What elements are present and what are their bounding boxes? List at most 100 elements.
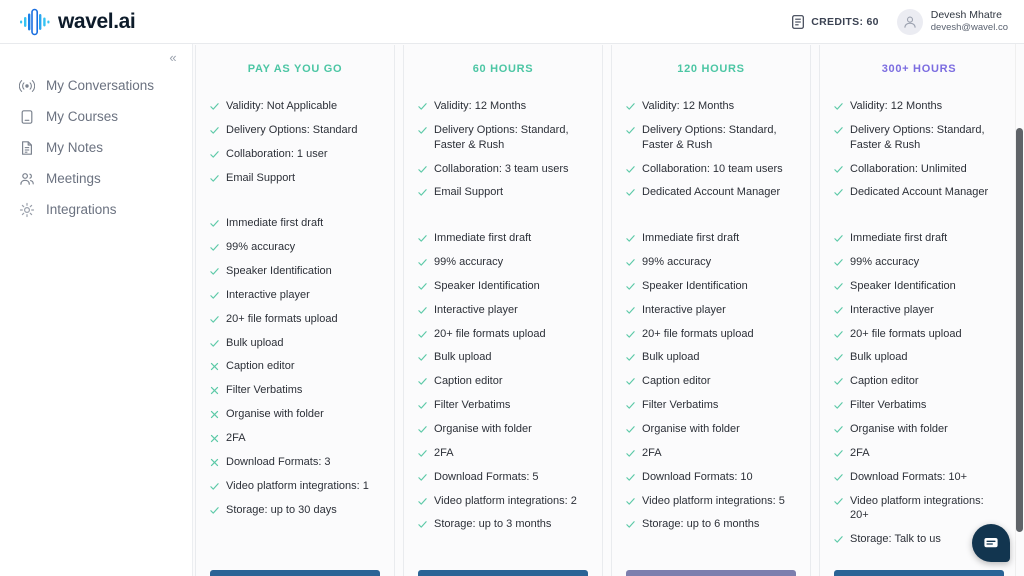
plan-feature-label: Caption editor: [226, 360, 295, 373]
plan-feature-label: Collaboration: 10 team users: [642, 162, 783, 175]
plan-feature: 99% accuracy: [418, 255, 588, 270]
plan-feature: Caption editor: [418, 374, 588, 389]
app-root: wavel.ai CREDITS: 60 Devesh Mhatre deves…: [0, 0, 1024, 576]
check-icon: [626, 351, 635, 364]
check-icon: [834, 495, 843, 508]
check-icon: [834, 423, 843, 436]
check-icon: [210, 289, 219, 302]
plan-feature: 20+ file formats upload: [834, 327, 1004, 342]
plan-feature-label: Download Formats: 10+: [850, 470, 968, 483]
cross-icon: [210, 456, 219, 469]
plan-feature: Storage: up to 30 days: [210, 503, 380, 518]
plan-feature: 20+ file formats upload: [626, 327, 796, 342]
plan-feature-label: Bulk upload: [434, 351, 492, 364]
plan-feature: Validity: 12 Months: [626, 99, 796, 114]
check-icon: [626, 328, 635, 341]
plan-feature: 99% accuracy: [210, 240, 380, 255]
book-icon: [18, 108, 35, 125]
plan-feature: Caption editor: [210, 359, 380, 374]
brand-name: wavel.ai: [58, 9, 136, 33]
check-icon: [626, 518, 635, 531]
check-icon: [418, 518, 427, 531]
plan-feature: Video platform integrations: 2: [418, 494, 588, 509]
plan-feature-label: Dedicated Account Manager: [642, 186, 781, 199]
plan-feature-label: Validity: 12 Months: [642, 100, 735, 112]
plan-feature: Validity: 12 Months: [834, 99, 1004, 114]
plan-cta-button[interactable]: UPGRADE: [834, 570, 1004, 576]
check-icon: [418, 351, 427, 364]
check-icon: [834, 447, 843, 460]
user-meta: Devesh Mhatre devesh@wavel.co: [931, 9, 1008, 34]
check-icon: [418, 328, 427, 341]
check-icon: [626, 399, 635, 412]
plan-feature-label: Delivery Options: Standard: [226, 123, 358, 136]
plan-feature-label: Storage: up to 30 days: [226, 503, 337, 516]
user-avatar-icon: [896, 8, 923, 35]
plan-feature-label: Bulk upload: [642, 351, 700, 364]
plan-feature-group-primary: Validity: 12 Months Delivery Options: Sta…: [834, 99, 1004, 209]
plan-feature: Immediate first draft: [626, 231, 796, 246]
plan-feature: Dedicated Account Manager: [626, 185, 796, 200]
brand[interactable]: wavel.ai: [0, 8, 136, 36]
page-scrollbar-thumb[interactable]: [1016, 128, 1023, 532]
cross-icon: [210, 432, 219, 445]
plan-feature-label: Caption editor: [642, 375, 711, 388]
sidebar-item-my-notes[interactable]: My Notes: [0, 132, 192, 163]
check-icon: [834, 533, 843, 546]
feature-group-divider: [210, 194, 380, 216]
sidebar-item-integrations[interactable]: Integrations: [0, 194, 192, 225]
cross-icon: [210, 384, 219, 397]
check-icon: [626, 423, 635, 436]
plan-cta-button[interactable]: SUBSCRIBED: [626, 570, 796, 576]
sidebar-item-my-conversations[interactable]: My Conversations: [0, 70, 192, 101]
plan-feature-label: 2FA: [642, 446, 662, 459]
plan-feature-label: Download Formats: 3: [226, 455, 331, 468]
plan-feature: 2FA: [834, 446, 1004, 461]
check-icon: [210, 172, 219, 185]
plan-feature-label: Storage: up to 6 months: [642, 518, 760, 531]
plan-feature: Filter Verbatims: [626, 398, 796, 413]
plan-feature: Bulk upload: [418, 350, 588, 365]
check-icon: [418, 100, 427, 113]
plan-feature: Filter Verbatims: [834, 398, 1004, 413]
plan-feature: Speaker Identification: [418, 279, 588, 294]
credits-badge[interactable]: CREDITS: 60: [792, 14, 878, 29]
sidebar-item-my-courses[interactable]: My Courses: [0, 101, 192, 132]
check-icon: [834, 399, 843, 412]
sidebar-item-label: My Notes: [46, 140, 104, 155]
plan-feature: Storage: up to 6 months: [626, 517, 796, 532]
plan-feature-label: Immediate first draft: [226, 217, 324, 230]
plan-feature: Collaboration: 1 user: [210, 147, 380, 162]
plan-feature-label: Validity: Not Applicable: [226, 100, 338, 112]
plan-feature-label: Bulk upload: [850, 351, 908, 364]
plan-feature-label: Download Formats: 5: [434, 470, 539, 483]
plan-title: 300+ HOURS: [881, 63, 957, 75]
plan-cta-button[interactable]: DOWN GRADE: [418, 570, 588, 576]
sidebar-item-meetings[interactable]: Meetings: [0, 163, 192, 194]
check-icon: [626, 100, 635, 113]
plan-feature: Organise with folder: [834, 422, 1004, 437]
check-icon: [418, 186, 427, 199]
credits-card-icon: [792, 14, 805, 29]
check-icon: [834, 100, 843, 113]
plan-cta-button[interactable]: DOWN GRADE: [210, 570, 380, 576]
plan-feature-label: 20+ file formats upload: [434, 327, 546, 340]
note-document-icon: [18, 139, 35, 156]
header-right: CREDITS: 60 Devesh Mhatre devesh@wavel.c…: [792, 8, 1024, 35]
plan-cta-wrap: UPGRADE: [834, 556, 1004, 576]
plan-feature: Download Formats: 3: [210, 455, 380, 470]
plan-feature-label: Delivery Options: Standard, Faster & Rus…: [434, 123, 569, 151]
plan-feature-label: Immediate first draft: [850, 232, 948, 245]
plan-feature-label: Validity: 12 Months: [850, 100, 943, 112]
user-menu[interactable]: Devesh Mhatre devesh@wavel.co: [896, 8, 1008, 35]
plan-feature-label: Download Formats: 10: [642, 470, 753, 483]
plan-feature-label: Collaboration: Unlimited: [850, 162, 967, 175]
check-icon: [626, 304, 635, 317]
plan-feature-label: 99% accuracy: [850, 256, 920, 269]
chevron-double-left-icon[interactable]: «: [164, 48, 182, 66]
plan-feature: Organise with folder: [210, 407, 380, 422]
plan-cta-wrap: DOWN GRADE: [210, 556, 380, 576]
plan-feature-label: Video platform integrations: 1: [226, 479, 369, 492]
sidebar-item-label: My Conversations: [46, 78, 155, 93]
chat-widget-button[interactable]: [972, 524, 1010, 562]
